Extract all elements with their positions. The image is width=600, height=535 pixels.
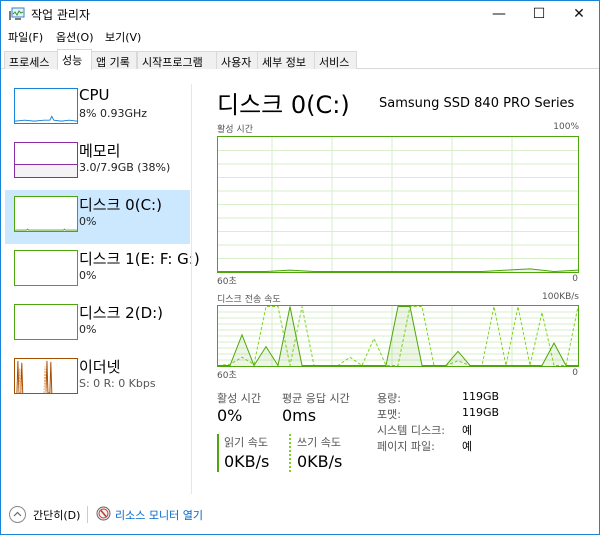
footer-bar: 간단히(D) 리소스 모니터 열기 xyxy=(1,496,599,534)
memory-usage-fill xyxy=(15,164,77,177)
avg-response-label: 평균 응답 시간 xyxy=(282,392,350,405)
write-speed-label: 쓰기 속도 xyxy=(297,436,341,449)
active-time-label: 활성 시간 xyxy=(217,392,261,405)
collapse-button[interactable] xyxy=(9,506,26,523)
sidebar-item-name: CPU xyxy=(79,86,110,104)
resource-sidebar: CPU 8% 0.93GHz 메모리 3.0/7.9GB (38%) 디스크 0… xyxy=(5,82,200,494)
task-manager-app-icon xyxy=(9,7,25,20)
property-value: 119GB xyxy=(462,390,500,403)
open-resource-monitor-link[interactable]: 리소스 모니터 열기 xyxy=(115,507,203,523)
disk-0-thumbnail-graph xyxy=(14,196,78,232)
performance-panel: CPU 8% 0.93GHz 메모리 3.0/7.9GB (38%) 디스크 0… xyxy=(1,70,599,494)
sidebar-item-value: 0% xyxy=(79,215,97,228)
sidebar-item-name: 디스크 0(C:) xyxy=(79,196,162,214)
read-speed-legend-line xyxy=(217,434,219,472)
sidebar-item-value: 3.0/7.9GB (38%) xyxy=(79,161,171,174)
active-time-x-right: 0 xyxy=(572,274,578,284)
sidebar-item-disk-2[interactable]: 디스크 2(D:) 0% xyxy=(5,298,190,352)
read-speed-label: 읽기 속도 xyxy=(224,436,268,449)
tab-details[interactable]: 세부 정보 xyxy=(257,51,315,69)
sidebar-item-name: 디스크 2(D:) xyxy=(79,304,164,322)
disk-2-thumbnail-graph xyxy=(14,304,78,340)
transfer-graph-label: 디스크 전송 속도 xyxy=(217,295,281,305)
property-label: 페이지 파일: xyxy=(377,440,435,453)
property-value: 예 xyxy=(462,440,473,453)
tab-performance[interactable]: 성능 xyxy=(57,49,92,70)
title-bar[interactable]: 작업 관리자 — ☐ ✕ xyxy=(1,1,599,27)
window-title: 작업 관리자 xyxy=(31,8,91,22)
sidebar-item-value: 0% xyxy=(79,269,97,282)
sidebar-item-name: 메모리 xyxy=(79,142,121,160)
minimize-icon: — xyxy=(492,6,506,22)
menu-options[interactable]: 옵션(O) xyxy=(56,29,93,45)
sidebar-item-ethernet[interactable]: 이더넷 S: 0 R: 0 Kbps xyxy=(5,352,190,406)
sidebar-item-cpu[interactable]: CPU 8% 0.93GHz xyxy=(5,82,190,136)
transfer-rate-graph xyxy=(217,305,579,367)
disk-model: Samsung SSD 840 PRO Series xyxy=(379,96,575,111)
property-value: 119GB xyxy=(462,406,500,419)
task-manager-window: 작업 관리자 — ☐ ✕ 파일(F) 옵션(O) 보기(V) 프로세스 성능 앱… xyxy=(0,0,600,535)
tab-startup[interactable]: 시작프로그램 xyxy=(137,51,217,69)
avg-response-value: 0ms xyxy=(282,406,317,425)
active-time-graph xyxy=(217,136,579,273)
property-value: 예 xyxy=(462,424,473,437)
ethernet-thumbnail-graph xyxy=(14,358,78,394)
collapse-label[interactable]: 간단히(D) xyxy=(33,507,80,523)
active-time-value: 0% xyxy=(217,406,243,425)
chevron-up-icon xyxy=(13,511,22,517)
sidebar-item-name: 디스크 1(E: F: G:) xyxy=(79,250,200,268)
tab-app-history[interactable]: 앱 기록 xyxy=(91,51,137,69)
memory-thumbnail-graph xyxy=(14,142,78,178)
active-time-graph-label: 활성 시간 xyxy=(217,125,253,135)
close-button[interactable]: ✕ xyxy=(559,1,599,27)
resource-monitor-icon xyxy=(96,506,111,521)
close-icon: ✕ xyxy=(573,6,585,22)
sidebar-divider xyxy=(191,84,192,494)
transfer-x-right: 0 xyxy=(572,368,578,378)
active-time-x-left: 60초 xyxy=(217,277,237,287)
tab-services[interactable]: 서비스 xyxy=(314,51,357,69)
maximize-icon: ☐ xyxy=(532,6,546,22)
active-time-graph-max: 100% xyxy=(553,122,579,132)
footer-divider xyxy=(87,506,88,523)
disk-1-thumbnail-graph xyxy=(14,250,78,286)
property-label: 포맷: xyxy=(377,408,401,421)
read-speed-value: 0KB/s xyxy=(224,452,270,471)
sidebar-item-name: 이더넷 xyxy=(79,358,121,376)
transfer-x-left: 60초 xyxy=(217,371,237,381)
minimize-button[interactable]: — xyxy=(479,1,519,27)
tab-bar: 프로세스 성능 앱 기록 시작프로그램 사용자 세부 정보 서비스 xyxy=(1,49,599,70)
menu-file[interactable]: 파일(F) xyxy=(8,29,43,45)
maximize-button[interactable]: ☐ xyxy=(519,1,559,27)
sidebar-item-memory[interactable]: 메모리 3.0/7.9GB (38%) xyxy=(5,136,190,190)
sidebar-item-disk-0[interactable]: 디스크 0(C:) 0% xyxy=(5,190,190,244)
property-label: 시스템 디스크: xyxy=(377,424,445,437)
sidebar-item-value: 8% 0.93GHz xyxy=(79,107,148,120)
write-speed-legend-line xyxy=(289,434,291,472)
sidebar-item-value: 0% xyxy=(79,323,97,336)
property-label: 용량: xyxy=(377,392,401,405)
tab-users[interactable]: 사용자 xyxy=(216,51,258,69)
sidebar-item-disk-1[interactable]: 디스크 1(E: F: G:) 0% xyxy=(5,244,200,298)
tab-processes[interactable]: 프로세스 xyxy=(4,51,58,69)
transfer-graph-max: 100KB/s xyxy=(542,292,579,302)
page-title: 디스크 0(C:) xyxy=(217,91,350,119)
write-speed-value: 0KB/s xyxy=(297,452,343,471)
menu-view[interactable]: 보기(V) xyxy=(105,29,141,45)
cpu-thumbnail-graph xyxy=(14,88,78,124)
sidebar-item-value: S: 0 R: 0 Kbps xyxy=(79,377,156,390)
